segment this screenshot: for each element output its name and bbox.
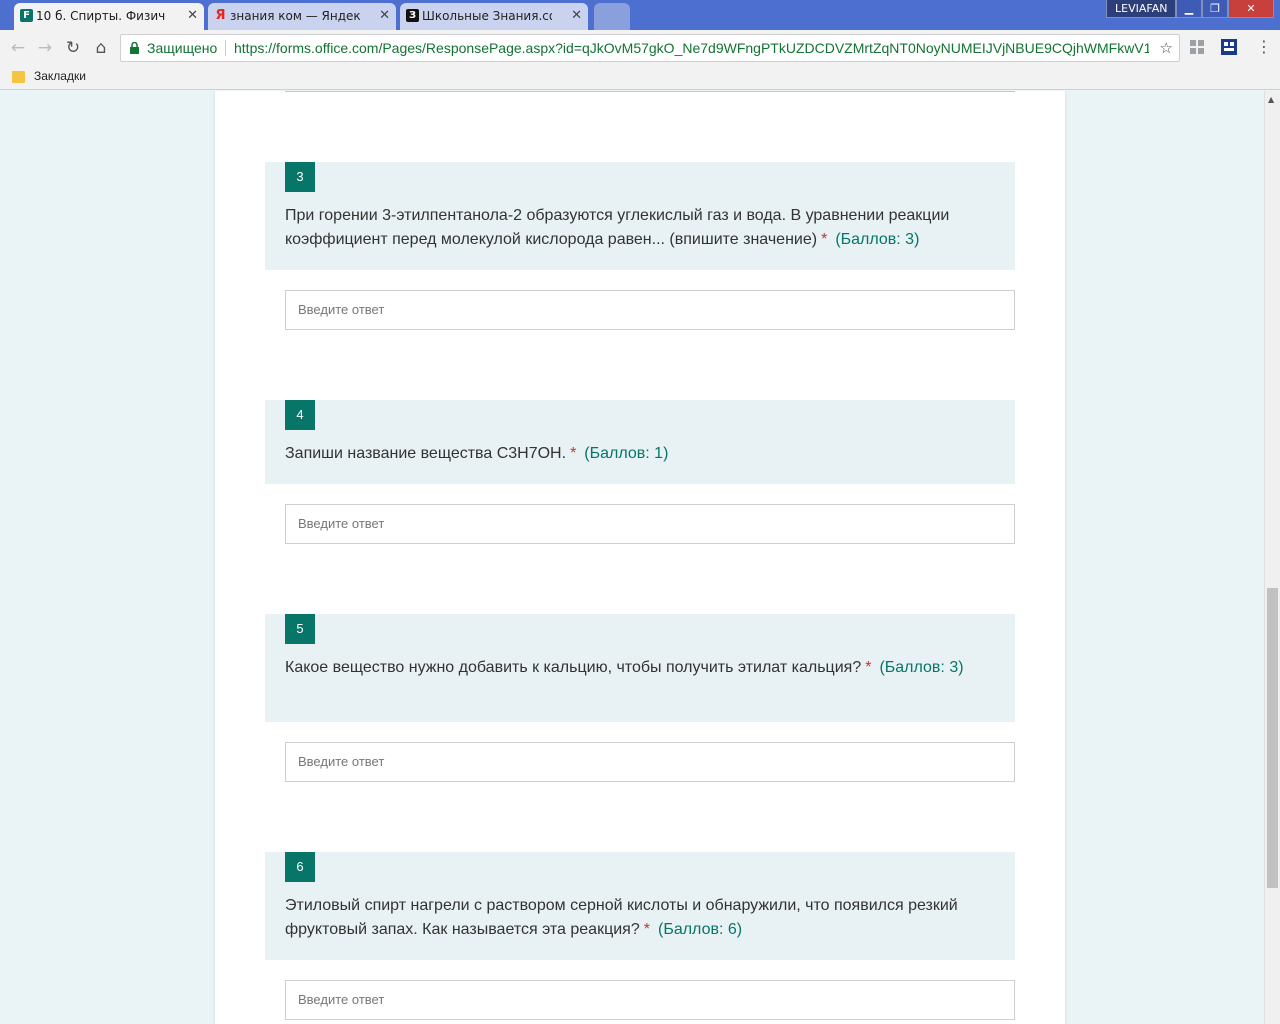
browser-tab-forms[interactable]: F 10 б. Спирты. Физическ ✕ <box>14 3 204 30</box>
tab-strip: F 10 б. Спирты. Физическ ✕ Я знания ком … <box>0 0 1280 30</box>
question-3: 3 При горении 3-этилпентанола-2 образуют… <box>265 162 1015 270</box>
page-scrollbar[interactable]: ▲ <box>1264 91 1280 1024</box>
form-card: 3 При горении 3-этилпентанола-2 образуют… <box>215 91 1065 1024</box>
answer-input-5[interactable]: Введите ответ <box>285 742 1015 782</box>
browser-toolbar: ← → ↻ ⌂ Защищено https://forms.office.co… <box>0 30 1280 66</box>
yandex-icon: Я <box>215 8 226 23</box>
extension-icon[interactable] <box>1220 38 1238 56</box>
question-points: (Баллов: 6) <box>657 921 743 938</box>
question-text: Запиши название вещества С3Н7ОН. * (Баллов… <box>285 445 669 462</box>
browser-tab-yandex[interactable]: Я знания ком — Яндекс: н ✕ <box>208 3 396 30</box>
answer-input-4[interactable]: Введите ответ <box>285 504 1015 544</box>
question-number: 6 <box>285 852 315 882</box>
bookmarks-bar: Закладки <box>0 66 1280 90</box>
question-number: 5 <box>285 614 315 644</box>
forward-arrow-icon[interactable]: → <box>33 36 57 60</box>
new-tab-button[interactable] <box>594 3 630 30</box>
close-tab-icon[interactable]: ✕ <box>379 3 390 29</box>
url-text[interactable]: https://forms.office.com/Pages/ResponseP… <box>234 35 1149 61</box>
question-6: 6 Этиловый спирт нагрели с раствором сер… <box>265 852 1015 960</box>
question-points: (Баллов: 3) <box>879 659 964 676</box>
close-tab-icon[interactable]: ✕ <box>571 3 582 29</box>
minimize-icon[interactable]: ▁ <box>1176 0 1202 18</box>
znania-icon: З <box>406 9 419 22</box>
more-menu-icon[interactable]: ⋮ <box>1256 37 1272 57</box>
bookmarks-folder[interactable]: Закладки <box>34 69 86 83</box>
apps-grid-icon[interactable] <box>1188 38 1206 56</box>
page-viewport: 3 При горении 3-этилпентанола-2 образуют… <box>0 91 1264 1024</box>
forms-icon: F <box>20 9 33 22</box>
folder-icon <box>12 71 25 83</box>
question-points: (Баллов: 3) <box>835 231 920 248</box>
question-points: (Баллов: 1) <box>584 445 669 462</box>
required-mark: * <box>821 231 828 248</box>
answer-input-3[interactable]: Введите ответ <box>285 290 1015 330</box>
back-arrow-icon[interactable]: ← <box>6 36 30 60</box>
omnibox-divider <box>225 40 226 56</box>
question-text: При горении 3-этилпентанола-2 образуются… <box>285 207 950 248</box>
home-icon[interactable]: ⌂ <box>89 36 113 60</box>
required-mark: * <box>865 659 872 676</box>
required-mark: * <box>570 445 577 462</box>
question-4: 4 Запиши название вещества С3Н7ОН. * (Балл… <box>265 400 1015 484</box>
restore-icon[interactable]: ❐ <box>1202 0 1228 18</box>
required-mark: * <box>643 921 650 938</box>
lock-icon <box>130 42 139 54</box>
question-number: 3 <box>285 162 315 192</box>
question-text: Какое вещество нужно добавить к кальцию,… <box>285 659 964 676</box>
close-window-icon[interactable]: ✕ <box>1228 0 1274 18</box>
address-bar[interactable]: Защищено https://forms.office.com/Pages/… <box>120 34 1180 62</box>
bookmark-star-icon[interactable]: ☆ <box>1160 35 1173 61</box>
question-text: Этиловый спирт нагрели с раствором серно… <box>285 897 958 938</box>
scroll-thumb[interactable] <box>1267 588 1278 888</box>
answer-input-6[interactable]: Введите ответ <box>285 980 1015 1020</box>
previous-answer-divider <box>285 91 1015 92</box>
reload-icon[interactable]: ↻ <box>61 36 85 60</box>
scroll-up-arrow-icon[interactable]: ▲ <box>1268 95 1274 104</box>
close-tab-icon[interactable]: ✕ <box>187 3 198 29</box>
browser-tab-znania[interactable]: З Школьные Знания.com ✕ <box>400 3 588 30</box>
question-5: 5 Какое вещество нужно добавить к кальци… <box>265 614 1015 722</box>
secure-label: Защищено <box>147 40 218 56</box>
profile-button[interactable]: LEVIAFAN <box>1106 0 1177 18</box>
question-number: 4 <box>285 400 315 430</box>
